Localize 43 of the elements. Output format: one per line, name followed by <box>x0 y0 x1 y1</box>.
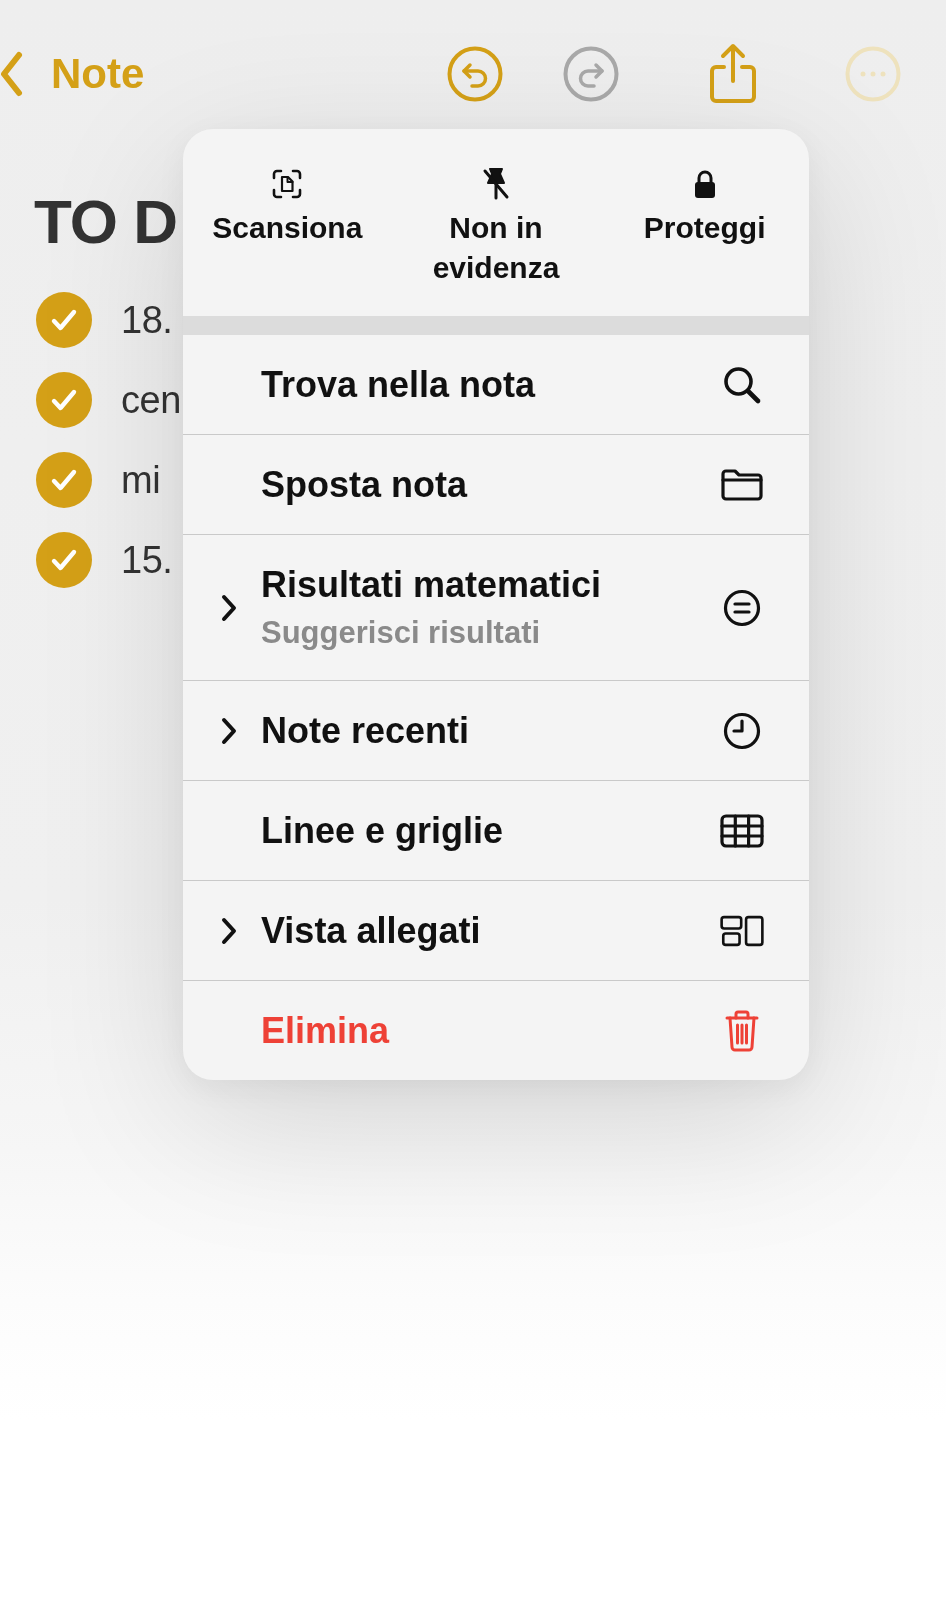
share-button[interactable] <box>708 43 758 105</box>
trash-icon <box>724 1008 760 1053</box>
document-scan-icon <box>272 169 303 199</box>
chevron-right-icon <box>220 915 238 946</box>
ellipsis-icon <box>845 46 901 102</box>
menu-item[interactable]: Risultati matematici Suggerisci risultati <box>183 534 809 680</box>
checkbox[interactable] <box>36 532 92 588</box>
menu-action[interactable]: Scansiona <box>183 129 392 316</box>
checklist-text: 18. <box>121 298 173 342</box>
checkbox[interactable] <box>36 372 92 428</box>
checkmark-icon <box>50 548 78 572</box>
search-icon <box>722 364 762 405</box>
chevron-right-icon <box>220 715 238 746</box>
menu-action[interactable]: Proteggi <box>600 129 809 316</box>
undo-button[interactable] <box>447 46 503 102</box>
chevron-left-icon <box>0 51 23 97</box>
menu-item-subtitle: Suggerisci risultati <box>261 613 541 652</box>
clock-icon <box>723 711 761 750</box>
folder-icon <box>720 467 764 502</box>
chevron-right-icon <box>220 592 238 623</box>
checklist-text: 15. <box>121 538 173 582</box>
checkmark-icon <box>50 388 78 412</box>
checkmark-icon <box>50 468 78 492</box>
undo-icon <box>447 46 503 102</box>
menu-action[interactable]: Non in evidenza <box>391 129 601 316</box>
lock-icon <box>692 169 717 199</box>
checklist-text: mi <box>121 458 161 502</box>
checkbox[interactable] <box>36 452 92 508</box>
redo-icon <box>563 46 619 102</box>
menu-item[interactable]: Vista allegati <box>183 880 809 980</box>
menu-item[interactable]: Sposta nota <box>183 434 809 534</box>
menu-item[interactable]: Linee e griglie <box>183 780 809 880</box>
note-title: TO D <box>34 191 177 253</box>
table-icon <box>720 813 764 848</box>
checkmark-icon <box>50 308 78 332</box>
menu-item[interactable]: Trova nella nota <box>183 335 809 434</box>
menu-item[interactable]: Note recenti <box>183 680 809 780</box>
checklist-text: cen <box>121 378 181 422</box>
share-icon <box>708 43 758 105</box>
menu-item[interactable]: Elimina <box>183 980 809 1080</box>
pin-slash-icon <box>481 167 511 201</box>
equals-circle-icon <box>723 588 761 627</box>
checkbox[interactable] <box>36 292 92 348</box>
